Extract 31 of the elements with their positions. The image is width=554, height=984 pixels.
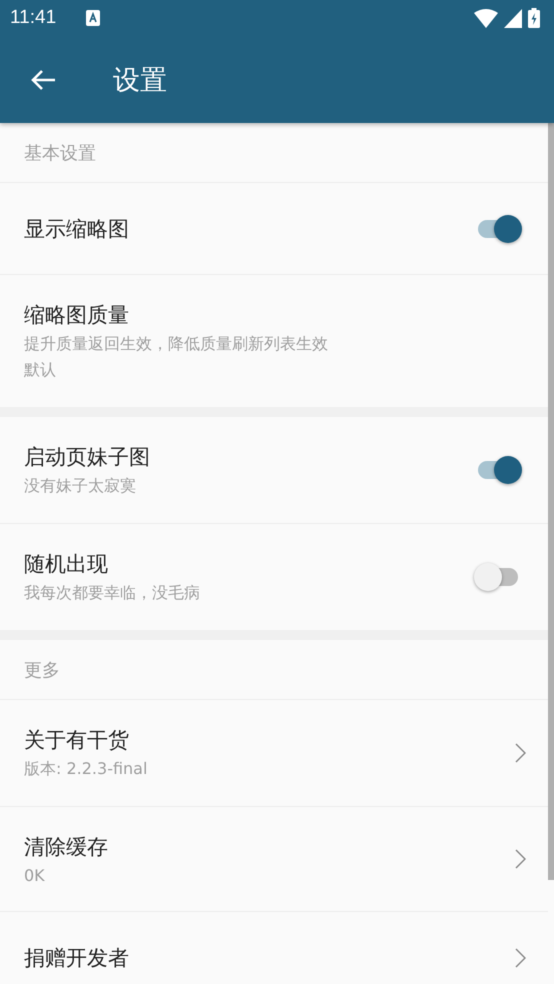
row-summary: 提升质量返回生效，降低质量刷新列表生效 (24, 334, 328, 355)
row-title: 缩略图质量 (24, 302, 129, 329)
signal-icon (504, 8, 522, 28)
screen-title: 设置 (113, 64, 167, 98)
row-title: 随机出现 (24, 551, 108, 578)
chevron-right-icon (515, 743, 526, 763)
section-header: 更多 (24, 658, 60, 682)
back-arrow-icon[interactable] (30, 68, 56, 90)
row-title: 清除缓存 (24, 834, 108, 861)
row-title: 捐赠开发者 (24, 944, 129, 972)
scrollbar[interactable] (548, 123, 554, 880)
chevron-right-icon (515, 849, 526, 869)
chevron-right-icon (515, 948, 526, 968)
row-value: 默认 (24, 360, 56, 381)
settings-row[interactable]: 随机出现 我每次都要幸临，没毛病 (0, 524, 548, 630)
settings-row[interactable]: 启动页妹子图 没有妹子太寂寞 (0, 417, 548, 524)
row-summary: 没有妹子太寂寞 (24, 476, 136, 497)
battery-icon (528, 8, 540, 28)
settings-row[interactable]: 显示缩略图 (0, 183, 548, 275)
settings-row[interactable]: 缩略图质量 提升质量返回生效，降低质量刷新列表生效 默认 (0, 275, 548, 407)
status-time: 11:41 (10, 7, 56, 29)
row-summary: 我每次都要幸临，没毛病 (24, 583, 200, 604)
section-header: 基本设置 (24, 142, 96, 164)
notification-icon (86, 10, 100, 26)
row-summary: 0K (24, 866, 45, 885)
wifi-icon (474, 8, 498, 28)
row-title: 关于有干货 (24, 727, 129, 754)
row-title: 启动页妹子图 (24, 444, 150, 471)
row-summary: 版本: 2.2.3-final (24, 759, 148, 780)
settings-row[interactable]: 捐赠开发者 (0, 912, 548, 984)
row-title: 显示缩略图 (24, 216, 129, 242)
